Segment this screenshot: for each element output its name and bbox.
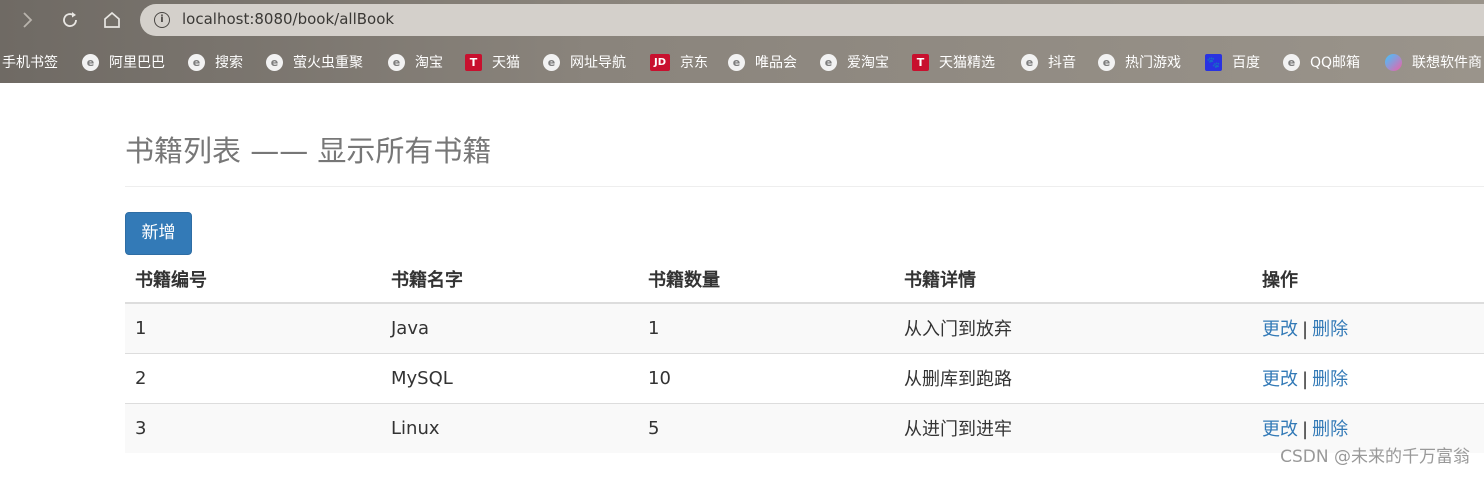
e-icon: e [543, 53, 560, 71]
page-title: 书籍列表 —— 显示所有书籍 [125, 134, 492, 168]
bookmark-item[interactable]: e 唯品会 [728, 52, 797, 72]
bookmark-item[interactable]: e 网址导航 [543, 52, 626, 72]
cell-actions: 更改 | 删除 [1252, 352, 1484, 403]
cell-actions: 更改 | 删除 [1252, 303, 1484, 353]
bookmark-label: 唯品会 [755, 55, 797, 71]
title-divider [125, 186, 1484, 187]
bookmark-item[interactable]: e 阿里巴巴 [82, 52, 165, 72]
e-icon: e [728, 53, 745, 71]
bookmark-label: 网址导航 [570, 55, 626, 71]
tmall-icon: T [912, 53, 929, 71]
watermark: CSDN @未来的千万富翁 [1280, 447, 1470, 467]
bookmark-item[interactable]: 联想软件商 [1385, 52, 1482, 72]
action-separator: | [1302, 319, 1309, 341]
edit-link[interactable]: 更改 [1262, 419, 1298, 440]
delete-link[interactable]: 删除 [1312, 369, 1348, 390]
bookmarks-bar: 手机书签 e 阿里巴巴 e 搜索 e 萤火虫重聚 e 淘宝 T 天猫 e 网址导航 JD 京东 e 唯品会 e 爱淘… [0, 44, 1484, 78]
bookmark-item[interactable]: T 天猫精选 [912, 52, 995, 72]
e-icon: e [1021, 53, 1038, 71]
bookmark-label: 联想软件商 [1412, 55, 1482, 71]
e-icon: e [1098, 53, 1115, 71]
header-actions: 操作 [1252, 255, 1484, 304]
bookmark-label: 京东 [680, 55, 708, 71]
cell-book-id: 1 [135, 317, 147, 339]
bookmark-item[interactable]: 手机书签 [2, 52, 58, 72]
cell-book-detail: 从删库到跑路 [894, 352, 1252, 403]
bookmark-label: 淘宝 [415, 55, 443, 71]
table-body: 1 Java 1 从入门到放弃 更改 | 删除 2 MySQL 10 从删库到跑路 更改 | 删除 3 Lin… [125, 303, 1484, 453]
bookmark-item[interactable]: e 抖音 [1021, 52, 1076, 72]
header-book-name: 书籍名字 [381, 255, 638, 304]
bookmark-item[interactable]: T 天猫 [465, 52, 520, 72]
bookmark-item[interactable]: e QQ邮箱 [1283, 52, 1360, 72]
action-separator: | [1302, 369, 1309, 390]
bookmark-item[interactable]: e 爱淘宝 [820, 52, 889, 72]
bookmark-item[interactable]: e 搜索 [188, 52, 243, 72]
bookmark-label: 百度 [1232, 55, 1260, 71]
delete-link[interactable]: 删除 [1312, 319, 1348, 340]
cell-book-count: 5 [638, 402, 894, 453]
action-separator: | [1302, 419, 1309, 441]
url-text[interactable]: localhost:8080/book/allBook [182, 10, 394, 28]
header-book-detail: 书籍详情 [894, 255, 1252, 304]
books-table: 书籍编号 书籍名字 书籍数量 书籍详情 操作 1 Java 1 从入门到放弃 更改 | 删除… [125, 255, 1484, 453]
bookmark-item[interactable]: e 萤火虫重聚 [266, 52, 363, 72]
bookmark-label: 萤火虫重聚 [293, 55, 363, 71]
edit-link[interactable]: 更改 [1262, 369, 1298, 390]
cell-book-name: MySQL [381, 352, 638, 403]
bookmark-label: QQ邮箱 [1310, 55, 1361, 71]
bookmark-label: 天猫 [492, 55, 520, 71]
cell-book-count: 10 [638, 352, 894, 403]
e-icon: e [820, 53, 837, 71]
bookmark-item[interactable]: e 热门游戏 [1098, 52, 1181, 72]
bookmark-label: 阿里巴巴 [109, 55, 165, 71]
browser-chrome: i localhost:8080/book/allBook 手机书签 e 阿里巴巴 e… [0, 0, 1484, 83]
cell-book-detail: 从进门到进牢 [894, 402, 1252, 453]
cell-book-name: Java [391, 317, 430, 339]
e-icon: e [1283, 53, 1300, 71]
bookmark-item[interactable]: 🐾 百度 [1205, 52, 1260, 72]
cell-book-id: 2 [125, 352, 381, 403]
baidu-icon: 🐾 [1205, 53, 1222, 71]
info-icon[interactable]: i [154, 12, 170, 28]
table-row: 1 Java 1 从入门到放弃 更改 | 删除 [125, 303, 1484, 353]
bookmark-item[interactable]: JD 京东 [650, 52, 708, 72]
header-book-count: 书籍数量 [638, 255, 894, 304]
tmall-icon: T [465, 53, 482, 71]
cell-book-detail: 从入门到放弃 [904, 319, 1012, 341]
e-icon: e [188, 53, 205, 71]
bookmark-label: 爱淘宝 [847, 55, 889, 71]
jd-icon: JD [650, 53, 670, 71]
cell-book-name: Linux [381, 402, 638, 453]
address-row: i localhost:8080/book/allBook [0, 0, 1484, 40]
e-icon: e [82, 53, 99, 71]
add-book-button[interactable]: 新增 [125, 212, 192, 255]
table-row: 2 MySQL 10 从删库到跑路 更改 | 删除 [125, 352, 1484, 403]
header-book-id: 书籍编号 [125, 255, 381, 304]
bookmark-item[interactable]: e 淘宝 [388, 52, 443, 72]
page-content: 书籍列表 —— 显示所有书籍 新增 书籍编号 书籍名字 书籍数量 书籍详情 操作… [0, 83, 1484, 477]
forward-icon[interactable] [14, 7, 40, 33]
reload-icon[interactable] [57, 7, 83, 33]
delete-link[interactable]: 删除 [1312, 419, 1348, 440]
lenovo-icon [1385, 53, 1402, 71]
e-icon: e [266, 53, 283, 71]
address-bar[interactable]: i localhost:8080/book/allBook [140, 4, 1484, 36]
home-icon[interactable] [99, 7, 125, 33]
bookmark-label: 抖音 [1048, 55, 1076, 71]
bookmark-label: 天猫精选 [939, 55, 995, 71]
table-header-row: 书籍编号 书籍名字 书籍数量 书籍详情 操作 [125, 255, 1484, 304]
bookmark-label: 手机书签 [2, 55, 58, 71]
bookmark-label: 热门游戏 [1125, 55, 1181, 71]
bookmark-label: 搜索 [215, 55, 243, 71]
cell-book-count: 1 [648, 317, 660, 339]
edit-link[interactable]: 更改 [1262, 319, 1298, 340]
e-icon: e [388, 53, 405, 71]
cell-book-id: 3 [125, 402, 381, 453]
